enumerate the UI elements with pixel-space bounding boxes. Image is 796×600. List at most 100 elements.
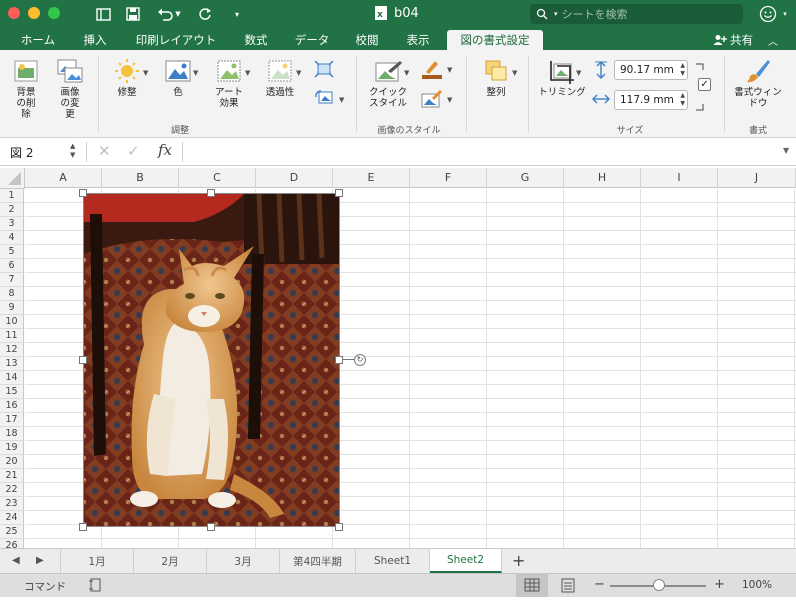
row-header[interactable]: 2 bbox=[0, 203, 24, 217]
reset-picture-icon[interactable] bbox=[314, 88, 336, 108]
row-header[interactable]: 6 bbox=[0, 259, 24, 273]
lock-aspect-checkbox[interactable]: ✓ bbox=[698, 78, 711, 91]
column-header[interactable]: D bbox=[256, 168, 333, 188]
zoom-window-button[interactable] bbox=[48, 7, 60, 19]
select-all-corner[interactable] bbox=[0, 168, 25, 189]
tab-page-layout[interactable]: 印刷レイアウト bbox=[126, 30, 226, 50]
row-header[interactable]: 20 bbox=[0, 455, 24, 469]
height-stepper[interactable]: ▲ ▼ bbox=[680, 62, 685, 78]
prev-sheet-icon[interactable]: ◀ bbox=[12, 555, 20, 566]
transparency-button[interactable]: 透過性 bbox=[258, 58, 302, 98]
resize-handle-bottom-right[interactable] bbox=[335, 523, 343, 531]
page-layout-view-button[interactable] bbox=[556, 574, 580, 597]
tab-view[interactable]: 表示 bbox=[396, 30, 440, 50]
row-header[interactable]: 11 bbox=[0, 329, 24, 343]
resize-handle-left[interactable] bbox=[79, 356, 87, 364]
close-window-button[interactable] bbox=[8, 7, 20, 19]
quick-styles-button[interactable]: クイックスタイル bbox=[364, 58, 412, 109]
normal-view-button[interactable] bbox=[516, 574, 548, 597]
crop-dropdown-icon[interactable]: ▼ bbox=[576, 69, 581, 77]
resize-handle-top-left[interactable] bbox=[79, 189, 87, 197]
width-stepper[interactable]: ▲ ▼ bbox=[680, 92, 685, 108]
resize-handle-top[interactable] bbox=[207, 189, 215, 197]
row-header[interactable]: 19 bbox=[0, 441, 24, 455]
column-header[interactable]: J bbox=[718, 168, 796, 188]
insert-function-icon[interactable]: fx bbox=[158, 141, 172, 159]
corrections-button[interactable]: 修整 bbox=[106, 58, 148, 98]
name-box-stepper[interactable]: ▲ ▼ bbox=[70, 142, 75, 160]
color-dropdown-icon[interactable]: ▼ bbox=[193, 69, 198, 77]
row-header[interactable]: 18 bbox=[0, 427, 24, 441]
row-header[interactable]: 3 bbox=[0, 217, 24, 231]
artistic-effects-dropdown-icon[interactable]: ▼ bbox=[245, 69, 250, 77]
reset-picture-dropdown-icon[interactable]: ▼ bbox=[339, 96, 344, 104]
row-header[interactable]: 7 bbox=[0, 273, 24, 287]
smiley-feedback-icon[interactable] bbox=[757, 4, 779, 24]
resize-handle-bottom[interactable] bbox=[207, 523, 215, 531]
tab-home[interactable]: ホーム bbox=[12, 30, 64, 50]
save-icon[interactable] bbox=[124, 4, 142, 24]
row-header[interactable]: 10 bbox=[0, 315, 24, 329]
feedback-menu-icon[interactable]: ▾ bbox=[780, 4, 790, 24]
column-header[interactable]: B bbox=[102, 168, 179, 188]
resize-handle-right[interactable] bbox=[335, 356, 343, 364]
tab-review[interactable]: 校閲 bbox=[346, 30, 388, 50]
row-header[interactable]: 9 bbox=[0, 301, 24, 315]
picture-border-icon[interactable] bbox=[420, 58, 444, 80]
height-input[interactable]: 90.17 mm ▲ ▼ bbox=[614, 60, 688, 80]
row-header[interactable]: 4 bbox=[0, 231, 24, 245]
customize-toolbar-icon[interactable]: ▾ bbox=[230, 4, 244, 24]
column-header[interactable]: F bbox=[410, 168, 487, 188]
sheet-tab[interactable]: Sheet1 bbox=[356, 549, 430, 573]
width-input[interactable]: 117.9 mm ▲ ▼ bbox=[614, 90, 688, 110]
sheet-tab[interactable]: 1月 bbox=[60, 549, 134, 573]
quick-styles-dropdown-icon[interactable]: ▼ bbox=[404, 69, 409, 77]
crop-button[interactable]: トリミング bbox=[534, 58, 590, 98]
compress-pictures-icon[interactable] bbox=[314, 60, 336, 80]
column-header[interactable]: C bbox=[179, 168, 256, 188]
row-header[interactable]: 23 bbox=[0, 497, 24, 511]
resize-handle-bottom-left[interactable] bbox=[79, 523, 87, 531]
search-input[interactable]: ▾ シートを検索 bbox=[530, 4, 743, 24]
sheet-tab[interactable]: 3月 bbox=[207, 549, 280, 573]
row-header[interactable]: 17 bbox=[0, 413, 24, 427]
column-header[interactable]: H bbox=[564, 168, 641, 188]
cancel-icon[interactable]: ✕ bbox=[98, 142, 111, 160]
undo-icon[interactable]: ▼ bbox=[154, 4, 184, 24]
row-header[interactable]: 13 bbox=[0, 357, 24, 371]
arrange-dropdown-icon[interactable]: ▼ bbox=[512, 69, 517, 77]
color-button[interactable]: 色 bbox=[158, 58, 198, 98]
resize-handle-top-right[interactable] bbox=[335, 189, 343, 197]
tab-picture-format[interactable]: 図の書式設定 bbox=[447, 30, 543, 50]
arrange-button[interactable]: 整列 bbox=[476, 58, 516, 98]
worksheet-grid[interactable]: A B C D E F G H I J 1 2 3 4 5 6 7 8 9 10… bbox=[0, 168, 796, 548]
sidebar-toggle-icon[interactable] bbox=[94, 4, 112, 24]
rotate-handle-icon[interactable]: ↻ bbox=[354, 354, 366, 366]
picture-border-dropdown-icon[interactable]: ▼ bbox=[447, 66, 452, 74]
change-picture-button[interactable]: 画像の変更 bbox=[50, 58, 90, 120]
remove-background-button[interactable]: 背景の削除 bbox=[6, 58, 46, 120]
column-header[interactable]: G bbox=[487, 168, 564, 188]
row-header[interactable]: 24 bbox=[0, 511, 24, 525]
next-sheet-icon[interactable]: ▶ bbox=[36, 555, 44, 566]
row-header[interactable]: 14 bbox=[0, 371, 24, 385]
zoom-slider-thumb[interactable] bbox=[653, 579, 665, 591]
row-header[interactable]: 22 bbox=[0, 483, 24, 497]
share-button[interactable]: 共有 bbox=[708, 30, 758, 50]
formula-input[interactable] bbox=[190, 144, 770, 160]
format-pane-button[interactable]: 書式ウィンドウ bbox=[730, 58, 786, 109]
column-header[interactable]: E bbox=[333, 168, 410, 188]
picture-effects-dropdown-icon[interactable]: ▼ bbox=[447, 96, 452, 104]
transparency-dropdown-icon[interactable]: ▼ bbox=[296, 69, 301, 77]
cat-picture[interactable] bbox=[83, 193, 340, 527]
row-header[interactable]: 15 bbox=[0, 385, 24, 399]
corrections-dropdown-icon[interactable]: ▼ bbox=[143, 69, 148, 77]
tab-formulas[interactable]: 数式 bbox=[234, 30, 278, 50]
zoom-out-icon[interactable]: − bbox=[594, 577, 605, 592]
collapse-ribbon-icon[interactable]: ︿ bbox=[764, 30, 782, 50]
row-header[interactable]: 21 bbox=[0, 469, 24, 483]
macro-record-icon[interactable] bbox=[88, 577, 104, 596]
row-header[interactable]: 26 bbox=[0, 539, 24, 548]
tab-data[interactable]: データ bbox=[286, 30, 338, 50]
row-header[interactable]: 16 bbox=[0, 399, 24, 413]
